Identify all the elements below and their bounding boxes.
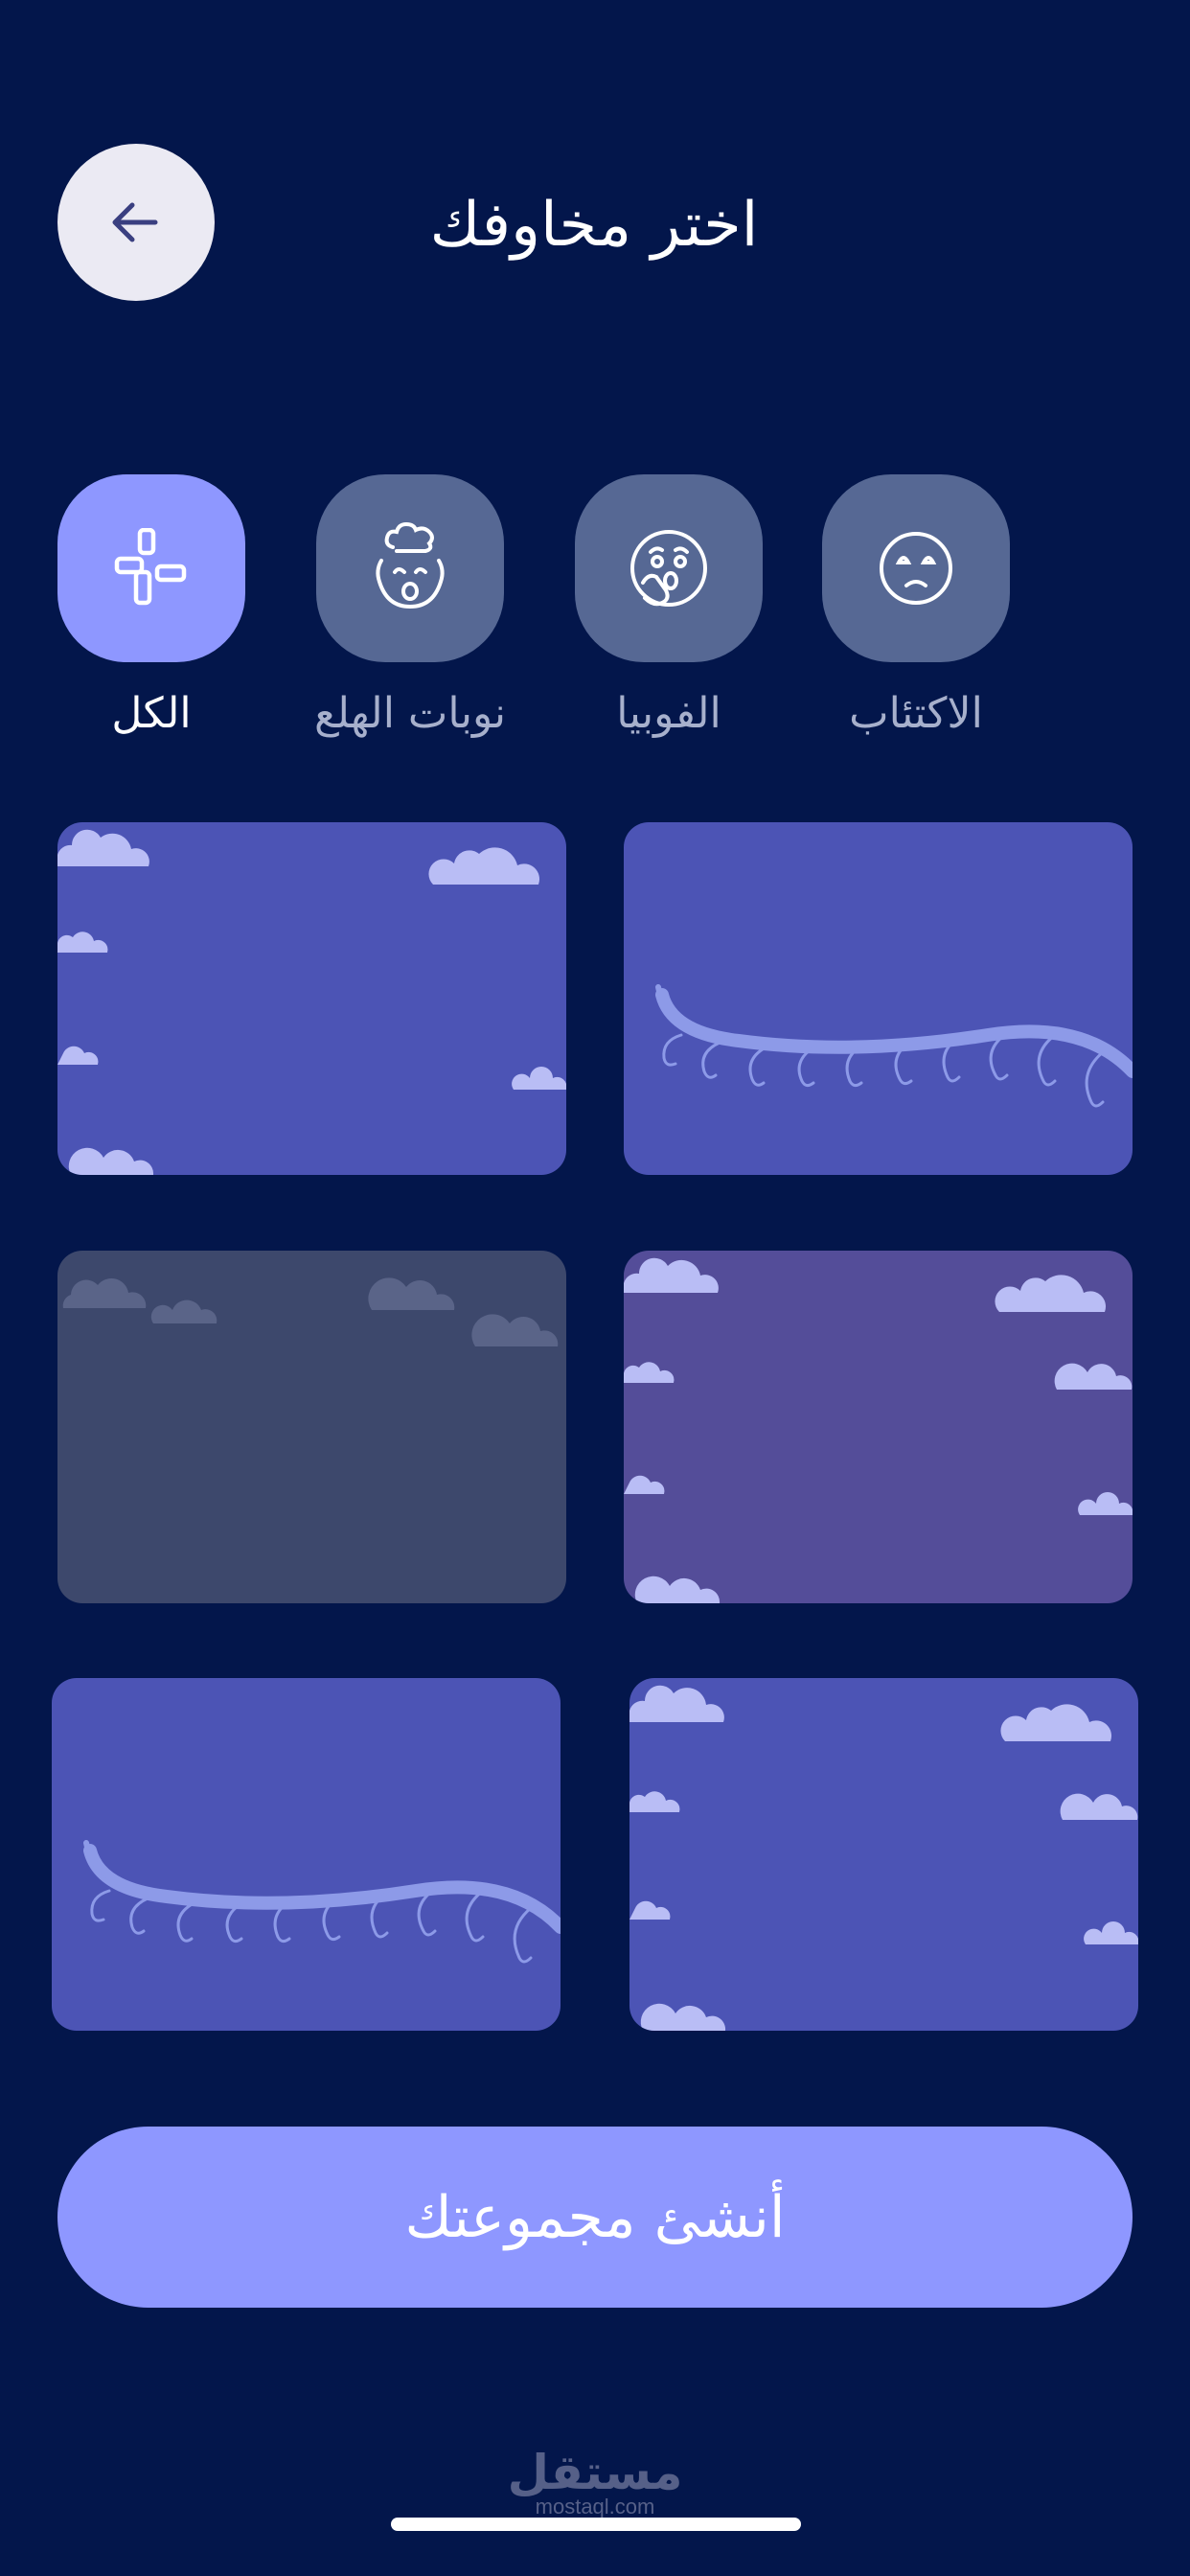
watermark: مستقل mostaql.com [499,2449,691,2518]
theme-card[interactable] [624,1251,1133,1603]
clouds-illustration [57,829,566,1175]
category-tile[interactable] [822,474,1010,662]
category-label: الفوبيا [616,689,721,738]
category-depression[interactable]: الاكتئاب [822,474,1010,738]
shocked-face-icon [630,530,707,607]
mind-blown-face-icon [376,522,445,610]
clouds-illustration [62,1277,559,1346]
theme-card[interactable] [52,1678,561,2031]
create-group-button[interactable]: أنشئ مجموعتك [57,2127,1133,2308]
watermark-arabic: مستقل [507,2445,683,2500]
home-indicator[interactable] [391,2518,801,2531]
theme-card[interactable] [57,1251,566,1603]
theme-card[interactable] [57,822,566,1175]
category-label: الكل [111,689,192,738]
back-button[interactable] [57,144,215,301]
clouds-illustration [629,1685,1138,2031]
arrow-left-icon [112,202,158,242]
theme-card[interactable] [624,822,1133,1175]
category-label: الاكتئاب [849,689,983,738]
category-tile[interactable] [57,474,245,662]
page-title: اختر مخاوفك [429,190,759,261]
clouds-illustration [624,1257,1133,1603]
category-tile[interactable] [316,474,504,662]
category-phobia[interactable]: الفوبيا [575,474,763,738]
branch-illustration [83,1840,561,1964]
category-all[interactable]: الكل [57,474,245,738]
category-label: نوبات الهلع [314,689,506,738]
category-tile[interactable] [575,474,763,662]
branch-illustration [655,984,1133,1108]
theme-card[interactable] [629,1678,1138,2031]
category-panic-attacks[interactable]: نوبات الهلع [314,474,506,738]
sad-face-icon [880,532,952,605]
grid-icon [114,528,187,606]
